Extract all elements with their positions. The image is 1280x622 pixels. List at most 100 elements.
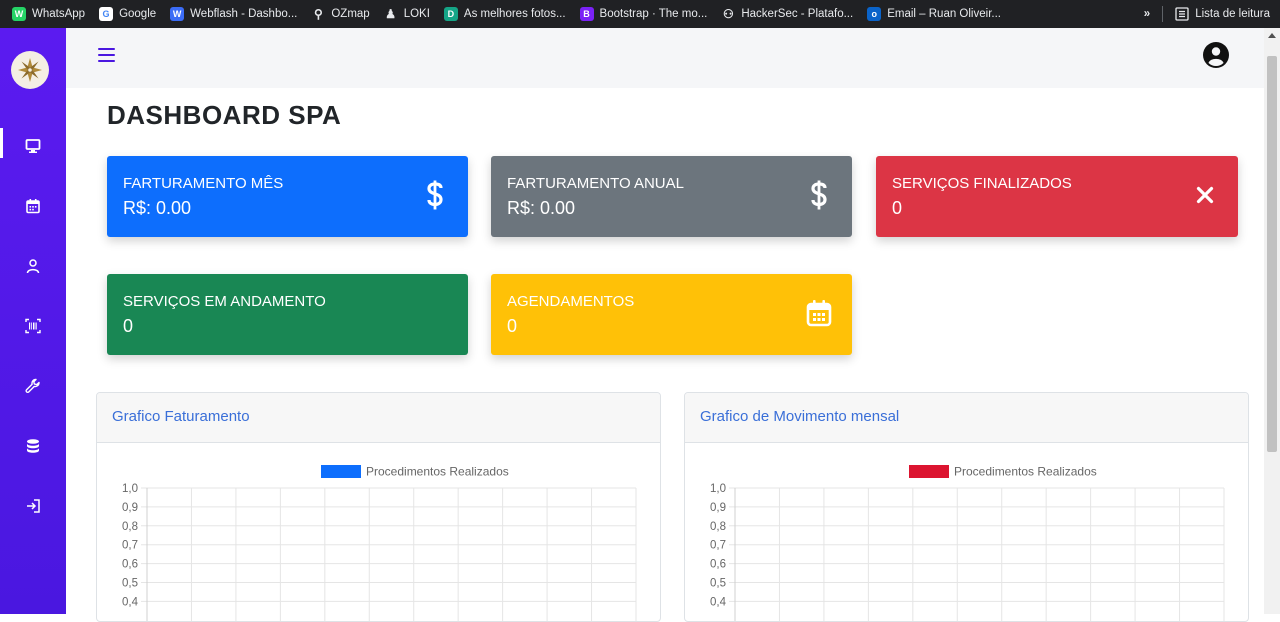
card-value: R$: 0.00 xyxy=(507,198,576,218)
y-tick-label: 0,8 xyxy=(122,521,138,533)
app: DASHBOARD SPA FARTURAMENTO MÊS R$: 0.00 … xyxy=(0,28,1280,622)
y-tick-label: 1,0 xyxy=(710,483,726,495)
logo[interactable] xyxy=(11,51,49,89)
card-servicos-andamento: SERVIÇOS EM ANDAMENTO 0 xyxy=(107,274,468,355)
y-tick-label: 0,7 xyxy=(122,540,138,552)
bookmark-label: LOKI xyxy=(403,8,430,20)
y-tick-label: 1,0 xyxy=(122,483,138,495)
wrench-icon xyxy=(25,378,40,394)
close-icon xyxy=(1192,178,1218,212)
bookmark-item[interactable]: W Webflash - Dashbo... xyxy=(170,7,297,21)
chart-movimento: Procedimentos Realizados 1,0 0,9 0,8 0,7 0,6 0… xyxy=(710,465,1225,621)
bookmarks-right: » Lista de leitura xyxy=(1144,0,1270,28)
scroll-thumb[interactable] xyxy=(1267,56,1277,452)
chart-faturamento: Procedimentos Realizados 1,0 0,9 0,8 0,7 0,6 0… xyxy=(122,465,637,621)
scroll-up-arrow-icon[interactable] xyxy=(1268,33,1276,38)
legend-label: Procedimentos Realizados xyxy=(954,465,1097,479)
chart-panel-faturamento: Grafico Faturamento Procedimentos Realiz… xyxy=(96,392,661,622)
card-label: FARTURAMENTO ANUAL xyxy=(507,175,684,192)
legend-swatch xyxy=(909,465,949,478)
card-servicos-finalizados: SERVIÇOS FINALIZADOS 0 xyxy=(876,156,1238,237)
bookmark-item[interactable]: D As melhores fotos... xyxy=(443,7,566,21)
bookmark-label: WhatsApp xyxy=(32,8,86,20)
menu-icon-bar xyxy=(98,60,115,62)
bookmark-label: Google xyxy=(119,8,157,20)
dollar-icon xyxy=(422,178,448,212)
bookmark-item[interactable]: G Google xyxy=(99,7,156,21)
logo-star-icon xyxy=(18,58,42,82)
sidebar-item-calendar[interactable] xyxy=(0,186,66,226)
photos-icon: D xyxy=(443,7,458,21)
bookmark-item[interactable]: ⚲ OZmap xyxy=(311,7,370,21)
whatsapp-icon: W xyxy=(12,7,26,21)
menu-icon-bar xyxy=(98,48,115,50)
scrollbar[interactable] xyxy=(1264,28,1280,614)
dollar-icon xyxy=(806,178,832,212)
bookmark-item[interactable]: o Email – Ruan Oliveir... xyxy=(867,7,1001,21)
card-label: FARTURAMENTO MÊS xyxy=(123,175,284,192)
y-tick-label: 0,6 xyxy=(710,559,726,571)
legend-label: Procedimentos Realizados xyxy=(366,465,509,479)
more-bookmarks-button[interactable]: » xyxy=(1144,8,1150,20)
reading-list-icon xyxy=(1175,7,1189,21)
y-tick-label: 0,8 xyxy=(710,521,726,533)
bookmarks-bar: W WhatsApp G Google W Webflash - Dashbo... ⚲ OZ… xyxy=(0,0,1280,28)
divider xyxy=(1162,6,1164,22)
y-tick-label: 0,9 xyxy=(122,502,138,514)
bootstrap-icon: B xyxy=(579,7,594,21)
user-icon xyxy=(26,259,40,274)
bookmark-item[interactable]: W WhatsApp xyxy=(12,7,85,21)
bookmark-label: OZmap xyxy=(331,8,370,20)
calendar-icon xyxy=(26,199,40,214)
y-tick-label: 0,6 xyxy=(122,559,138,571)
bookmark-label: Webflash - Dashbo... xyxy=(190,8,298,20)
y-tick-label: 0,4 xyxy=(710,596,727,608)
y-tick-label: 0,9 xyxy=(710,502,726,514)
reading-list-button[interactable]: Lista de leitura xyxy=(1175,7,1270,21)
barcode-icon xyxy=(25,318,41,334)
bookmark-label: Bootstrap · The mo... xyxy=(599,8,708,20)
logout-icon xyxy=(27,499,40,513)
y-tick-label: 0,5 xyxy=(710,578,726,590)
sidebar-item-services[interactable] xyxy=(0,366,66,406)
chart-panel-movimento: Grafico de Movimento mensal Procedimento… xyxy=(684,392,1249,622)
panel-title: Grafico Faturamento xyxy=(97,393,660,443)
panel-title: Grafico de Movimento mensal xyxy=(685,393,1248,443)
legend-swatch xyxy=(321,465,361,478)
sidebar-item-scanner[interactable] xyxy=(0,306,66,346)
topbar xyxy=(66,28,1264,88)
map-pin-icon: ⚲ xyxy=(311,7,326,21)
card-label: SERVIÇOS EM ANDAMENTO xyxy=(123,293,326,310)
page-title: DASHBOARD SPA xyxy=(107,100,342,130)
outlook-icon: o xyxy=(867,7,882,21)
card-value: 0 xyxy=(123,316,134,336)
calendar-icon xyxy=(806,296,832,330)
sidebar-item-clients[interactable] xyxy=(0,246,66,286)
sidebar-item-dashboard[interactable] xyxy=(0,126,66,166)
card-label: SERVIÇOS FINALIZADOS xyxy=(892,175,1072,192)
y-tick-label: 0,4 xyxy=(122,596,139,608)
sidebar-item-database[interactable] xyxy=(0,426,66,466)
webflash-icon: W xyxy=(170,7,185,21)
card-value: 0 xyxy=(892,198,903,218)
bookmark-item[interactable]: ⚇ HackerSec - Platafo... xyxy=(721,7,853,21)
bookmark-label: As melhores fotos... xyxy=(463,8,566,20)
menu-toggle-button[interactable] xyxy=(98,48,115,62)
sidebar xyxy=(0,28,66,614)
bookmark-label: HackerSec - Platafo... xyxy=(741,8,854,20)
y-tick-label: 0,5 xyxy=(122,578,138,590)
hackersec-icon: ⚇ xyxy=(721,7,736,21)
sidebar-item-logout[interactable] xyxy=(0,486,66,526)
loki-icon: ♟ xyxy=(383,7,398,21)
card-value: 0 xyxy=(507,316,518,336)
card-label: AGENDAMENTOS xyxy=(507,293,635,310)
database-icon xyxy=(27,439,39,453)
bookmark-item[interactable]: B Bootstrap · The mo... xyxy=(579,7,708,21)
bookmark-label: Email – Ruan Oliveir... xyxy=(887,8,1001,20)
card-faturamento-mes: FARTURAMENTO MÊS R$: 0.00 xyxy=(107,156,468,237)
google-icon: G xyxy=(99,7,114,21)
bookmark-item[interactable]: ♟ LOKI xyxy=(383,7,430,21)
card-faturamento-anual: FARTURAMENTO ANUAL R$: 0.00 xyxy=(491,156,852,237)
card-value: R$: 0.00 xyxy=(123,198,192,218)
user-account-icon[interactable] xyxy=(1202,41,1230,69)
